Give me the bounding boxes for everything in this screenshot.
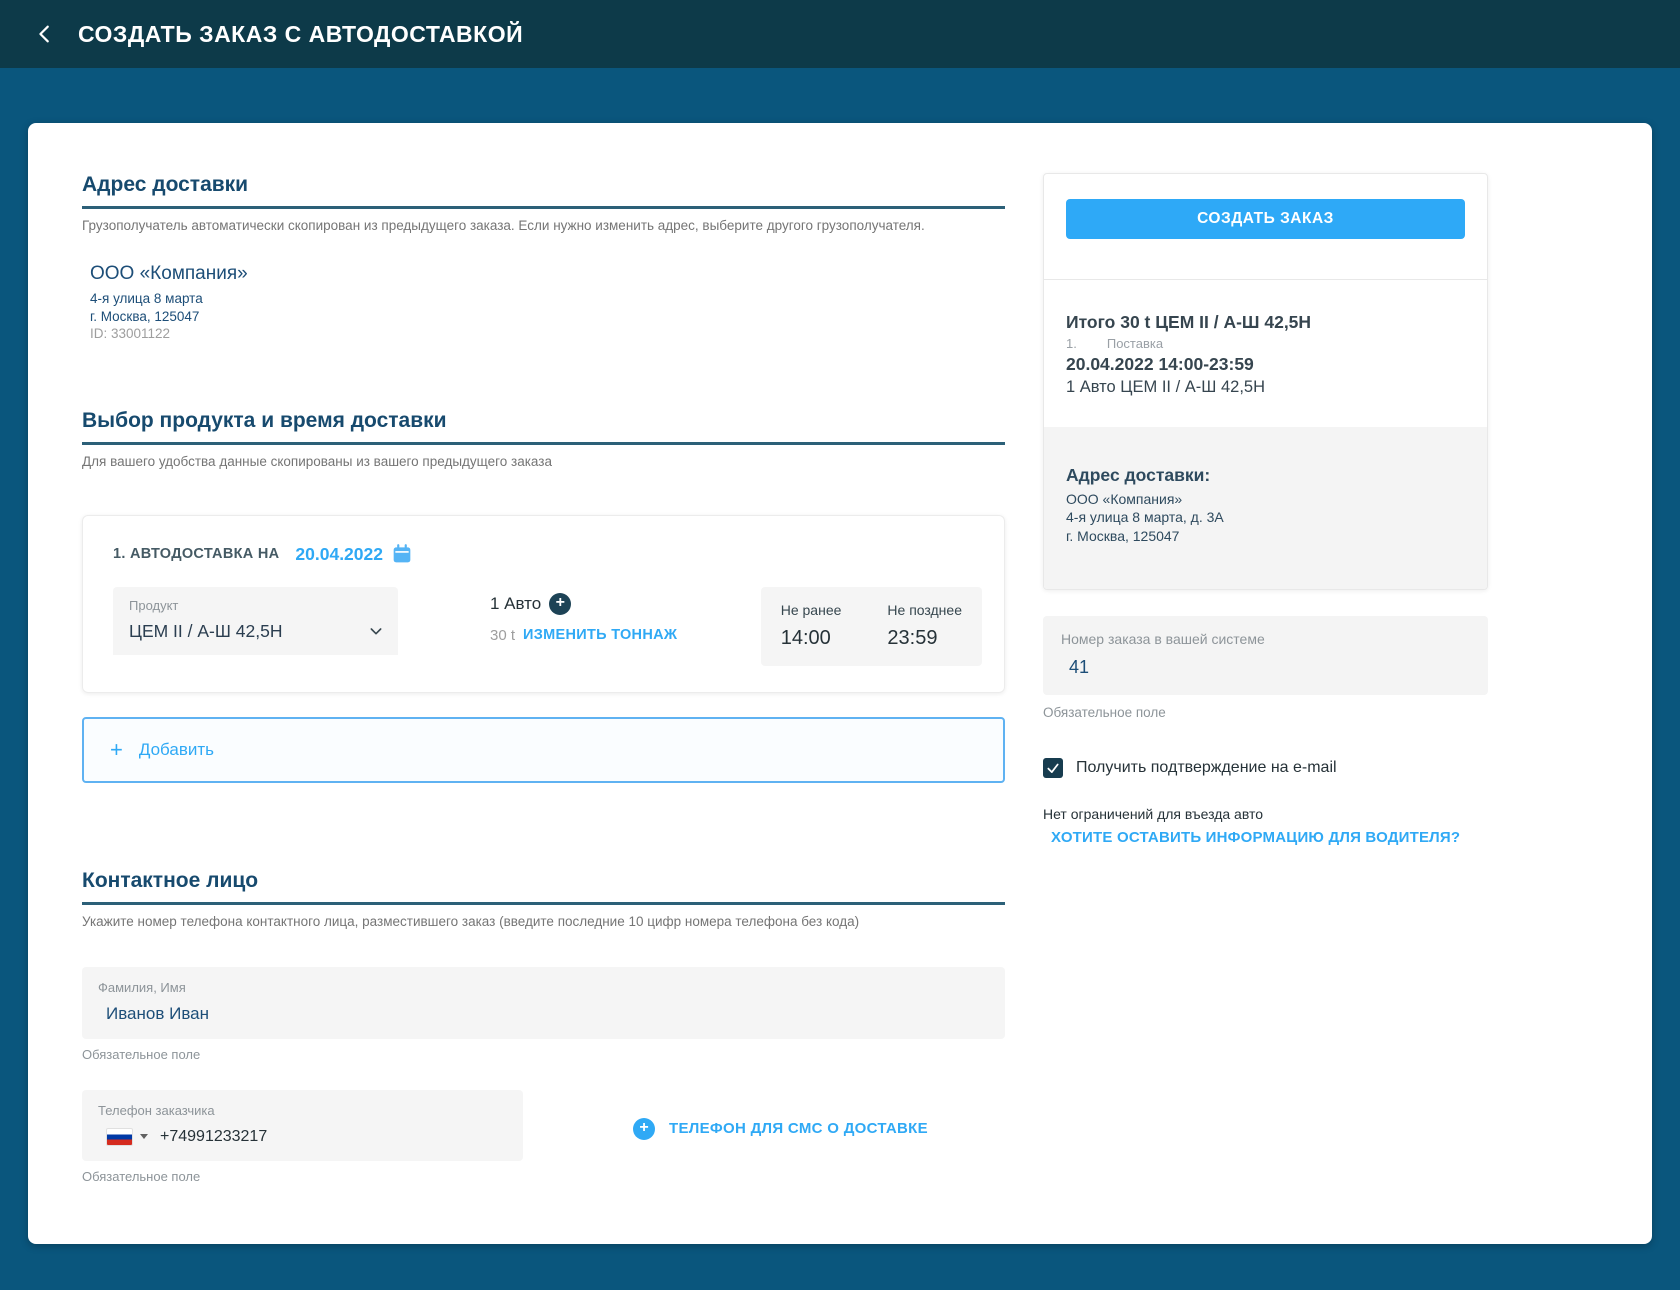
contact-section: Контактное лицо Укажите номер телефона к… (82, 869, 1005, 1184)
back-button[interactable] (28, 17, 62, 51)
delivery-address-helper: Грузополучатель автоматически скопирован… (82, 218, 925, 233)
top-bar: СОЗДАТЬ ЗАКАЗ С АВТОДОСТАВКОЙ (0, 0, 1680, 68)
delivery-date-button[interactable]: 20.04.2022 (295, 544, 412, 565)
delivery-address-section: Адрес доставки Грузополучатель автоматич… (82, 173, 1005, 343)
phone-field-wrap: Телефон заказчика +74991233217 Обязатель… (82, 1089, 523, 1184)
driver-info-link[interactable]: ХОТИТЕ ОСТАВИТЬ ИНФОРМАЦИЮ ДЛЯ ВОДИТЕЛЯ? (1051, 829, 1460, 846)
delivery-address-heading: Адрес доставки (82, 173, 1005, 209)
summary-column: СОЗДАТЬ ЗАКАЗ Итого 30 t ЦЕМ II / А-Ш 42… (1043, 173, 1488, 1184)
customer-phone-value: +74991233217 (160, 1127, 268, 1145)
product-time-section: Выбор продукта и время доставки Для ваше… (82, 409, 1005, 783)
consignee-street: 4-я улица 8 марта (90, 291, 203, 306)
add-delivery-button[interactable]: + Добавить (82, 716, 1005, 783)
contact-name-field[interactable]: Фамилия, Имя Иванов Иван (82, 966, 1005, 1039)
no-restrictions-text: Нет ограничений для въезда авто (1043, 806, 1264, 823)
create-order-button[interactable]: СОЗДАТЬ ЗАКАЗ (1066, 199, 1465, 239)
product-select-value: ЦЕМ II / А-Ш 42,5Н (129, 620, 283, 641)
time-not-earlier-label: Не ранее (780, 601, 842, 618)
page: СОЗДАТЬ ЗАКАЗ С АВТОДОСТАВКОЙ Адрес дост… (0, 0, 1680, 1290)
truck-count: 1 Авто (490, 593, 542, 613)
name-required-note: Обязательное поле (82, 1046, 201, 1062)
customer-phone-field[interactable]: Телефон заказчика +74991233217 (82, 1089, 523, 1161)
summary-truck-line: 1 Авто ЦЕМ II / А-Ш 42,5Н (1066, 378, 1265, 396)
phone-required-note: Обязательное поле (82, 1168, 201, 1184)
product-select[interactable]: Продукт ЦЕМ II / А-Ш 42,5Н (113, 586, 398, 655)
plus-icon: + (110, 736, 123, 762)
page-title: СОЗДАТЬ ЗАКАЗ С АВТОДОСТАВКОЙ (78, 20, 524, 47)
customer-phone-label: Телефон заказчика (98, 1102, 215, 1118)
tonnage-value: 30 t (490, 626, 516, 644)
ru-flag-icon[interactable] (106, 1127, 133, 1146)
phone-row: Телефон заказчика +74991233217 Обязатель… (82, 1089, 1005, 1184)
sms-phone-label: ТЕЛЕФОН ДЛЯ СМС О ДОСТАВКЕ (669, 1120, 928, 1138)
add-delivery-label: Добавить (138, 739, 214, 759)
time-not-later-label: Не позднее (887, 601, 962, 618)
consignee-city: г. Москва, 125047 (90, 308, 200, 324)
delivery-item-card: 1. АВТОДОСТАВКА НА 20.04.2022 Продукт ЦЕ… (82, 514, 1005, 693)
summary-item-number: 1. (1066, 336, 1077, 351)
time-not-earlier-value: 14:00 (780, 626, 831, 649)
plus-circle-dark-icon[interactable]: + (549, 592, 572, 615)
order-number-value: 41 (1069, 657, 1090, 678)
change-tonnage-link[interactable]: ИЗМЕНИТЬ ТОННАЖ (523, 627, 677, 643)
order-number-label: Номер заказа в вашей системе (1061, 631, 1265, 648)
email-confirm-label: Получить подтверждение на e-mail (1076, 759, 1337, 777)
order-form-card: Адрес доставки Грузополучатель автоматич… (28, 123, 1652, 1244)
product-time-heading: Выбор продукта и время доставки (82, 409, 1005, 445)
contact-heading: Контактное лицо (82, 869, 1005, 905)
summary-datetime: 20.04.2022 14:00-23:59 (1066, 354, 1254, 374)
time-not-earlier-field[interactable]: Не ранее 14:00 (781, 602, 842, 650)
calendar-icon (393, 544, 411, 563)
product-select-label: Продукт (129, 597, 179, 613)
contact-name-label: Фамилия, Имя (98, 979, 186, 995)
page-content: Адрес доставки Грузополучатель автоматич… (0, 68, 1680, 1290)
summary-total-line: Итого 30 t ЦЕМ II / А-Ш 42,5Н (1066, 312, 1312, 332)
summary-address-city: г. Москва, 125047 (1066, 527, 1180, 544)
flag-caret-icon (140, 1134, 148, 1140)
summary-totals: Итого 30 t ЦЕМ II / А-Ш 42,5Н 1. Поставк… (1066, 280, 1465, 397)
delivery-item-body: Продукт ЦЕМ II / А-Ш 42,5Н 1 Авто + 30 t… (113, 586, 982, 666)
delivery-item-header: 1. АВТОДОСТАВКА НА 20.04.2022 (113, 544, 982, 565)
order-number-required-note: Обязательное поле (1043, 705, 1166, 721)
consignee-name: ООО «Компания» (90, 263, 248, 284)
delivery-item-label: 1. АВТОДОСТАВКА НА (113, 546, 280, 563)
chevron-down-icon (370, 628, 382, 635)
order-number-field[interactable]: Номер заказа в вашей системе 41 (1043, 616, 1488, 696)
plus-circle-blue-icon: + (633, 1117, 655, 1140)
consignee-block: ООО «Компания» 4-я улица 8 марта г. Моск… (82, 263, 1005, 343)
summary-address-heading: Адрес доставки: (1066, 465, 1211, 485)
summary-address-company: ООО «Компания» (1066, 491, 1183, 507)
time-not-later-field[interactable]: Не позднее 23:59 (887, 602, 962, 650)
summary-item-type: Поставка (1106, 336, 1164, 351)
email-confirm-checkbox[interactable] (1043, 758, 1063, 779)
truck-block: 1 Авто + 30 t ИЗМЕНИТЬ ТОННАЖ (490, 592, 677, 644)
product-time-helper: Для вашего удобства данные скопированы и… (82, 453, 552, 469)
contact-helper: Укажите номер телефона контактного лица,… (82, 913, 860, 929)
time-not-later-value: 23:59 (887, 626, 938, 649)
summary-address-block: Адрес доставки: ООО «Компания» 4-я улица… (1044, 427, 1487, 590)
chevron-left-icon (39, 25, 49, 43)
sms-phone-button[interactable]: + ТЕЛЕФОН ДЛЯ СМС О ДОСТАВКЕ (633, 1117, 928, 1140)
contact-name-value: Иванов Иван (106, 1003, 210, 1023)
time-window-panel: Не ранее 14:00 Не позднее 23:59 (760, 586, 982, 666)
email-confirm-row[interactable]: Получить подтверждение на e-mail (1043, 758, 1488, 779)
consignee-id: ID: 33001122 (90, 326, 171, 342)
summary-card: СОЗДАТЬ ЗАКАЗ Итого 30 t ЦЕМ II / А-Ш 42… (1043, 173, 1488, 591)
form-column: Адрес доставки Грузополучатель автоматич… (82, 173, 1005, 1184)
summary-address-street: 4-я улица 8 марта, д. 3А (1066, 509, 1224, 526)
checkbox-checked-icon (1047, 764, 1059, 774)
delivery-date-value: 20.04.2022 (295, 543, 383, 564)
